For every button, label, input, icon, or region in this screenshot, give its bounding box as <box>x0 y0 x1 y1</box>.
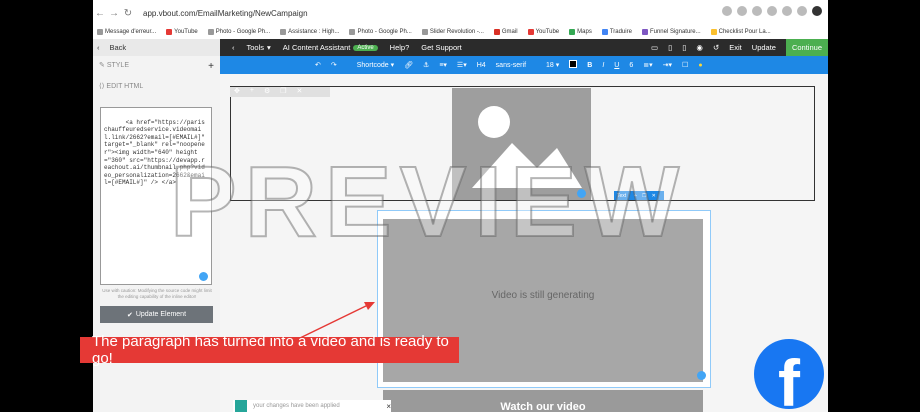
facebook-logo-icon: f <box>754 339 824 409</box>
annotation-callout: The paragraph has turned into a video an… <box>80 333 459 367</box>
